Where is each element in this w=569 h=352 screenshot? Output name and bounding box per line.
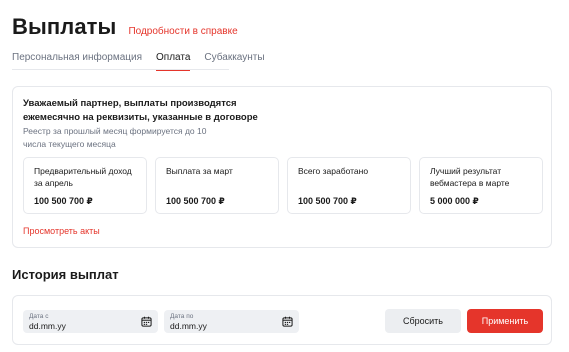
- stat-value: 5 000 000 ₽: [430, 196, 479, 206]
- stat-label: Лучший результат вебмастера в марте: [430, 166, 510, 188]
- date-from-field[interactable]: Дата с dd.mm.yy: [23, 310, 158, 333]
- payout-info-card: Уважаемый партнер, выплаты производятся …: [12, 86, 552, 248]
- date-to-value: dd.mm.yy: [170, 321, 207, 331]
- registry-note: Реестр за прошлый месяц формируется до 1…: [23, 126, 207, 149]
- stat-card-march-payout: Выплата за март 100 500 700 ₽: [155, 157, 279, 214]
- stat-card-total-earned: Всего заработано 100 500 700 ₽: [287, 157, 411, 214]
- date-to-label: Дата по: [170, 313, 194, 320]
- reset-button[interactable]: Сбросить: [385, 309, 461, 333]
- stat-value: 100 500 700 ₽: [34, 196, 93, 206]
- stat-card-best-webmaster: Лучший результат вебмастера в марте 5 00…: [419, 157, 543, 214]
- calendar-icon[interactable]: [141, 316, 152, 327]
- stat-label: Всего заработано: [298, 166, 369, 176]
- page-title: Выплаты: [12, 14, 117, 39]
- apply-button[interactable]: Применить: [467, 309, 543, 333]
- stat-card-preliminary-income: Предварительный доход за апрель 100 500 …: [23, 157, 147, 214]
- stat-value: 100 500 700 ₽: [298, 196, 357, 206]
- date-to-field[interactable]: Дата по dd.mm.yy: [164, 310, 299, 333]
- history-filter-card: Дата с dd.mm.yy Дата по dd.mm.yy Сбросит…: [12, 295, 552, 345]
- history-title: История выплат: [12, 267, 119, 282]
- calendar-icon[interactable]: [282, 316, 293, 327]
- stat-label: Предварительный доход за апрель: [34, 166, 132, 188]
- page-header: Выплаты Подробности в справке: [12, 14, 238, 40]
- view-acts-link[interactable]: Просмотреть акты: [23, 226, 100, 236]
- date-from-label: Дата с: [29, 313, 49, 320]
- help-link[interactable]: Подробности в справке: [128, 26, 237, 37]
- stat-label: Выплата за март: [166, 166, 233, 176]
- tabs-divider: [12, 69, 229, 70]
- payout-notice: Уважаемый партнер, выплаты производятся …: [23, 98, 258, 123]
- date-from-value: dd.mm.yy: [29, 321, 66, 331]
- stat-value: 100 500 700 ₽: [166, 196, 225, 206]
